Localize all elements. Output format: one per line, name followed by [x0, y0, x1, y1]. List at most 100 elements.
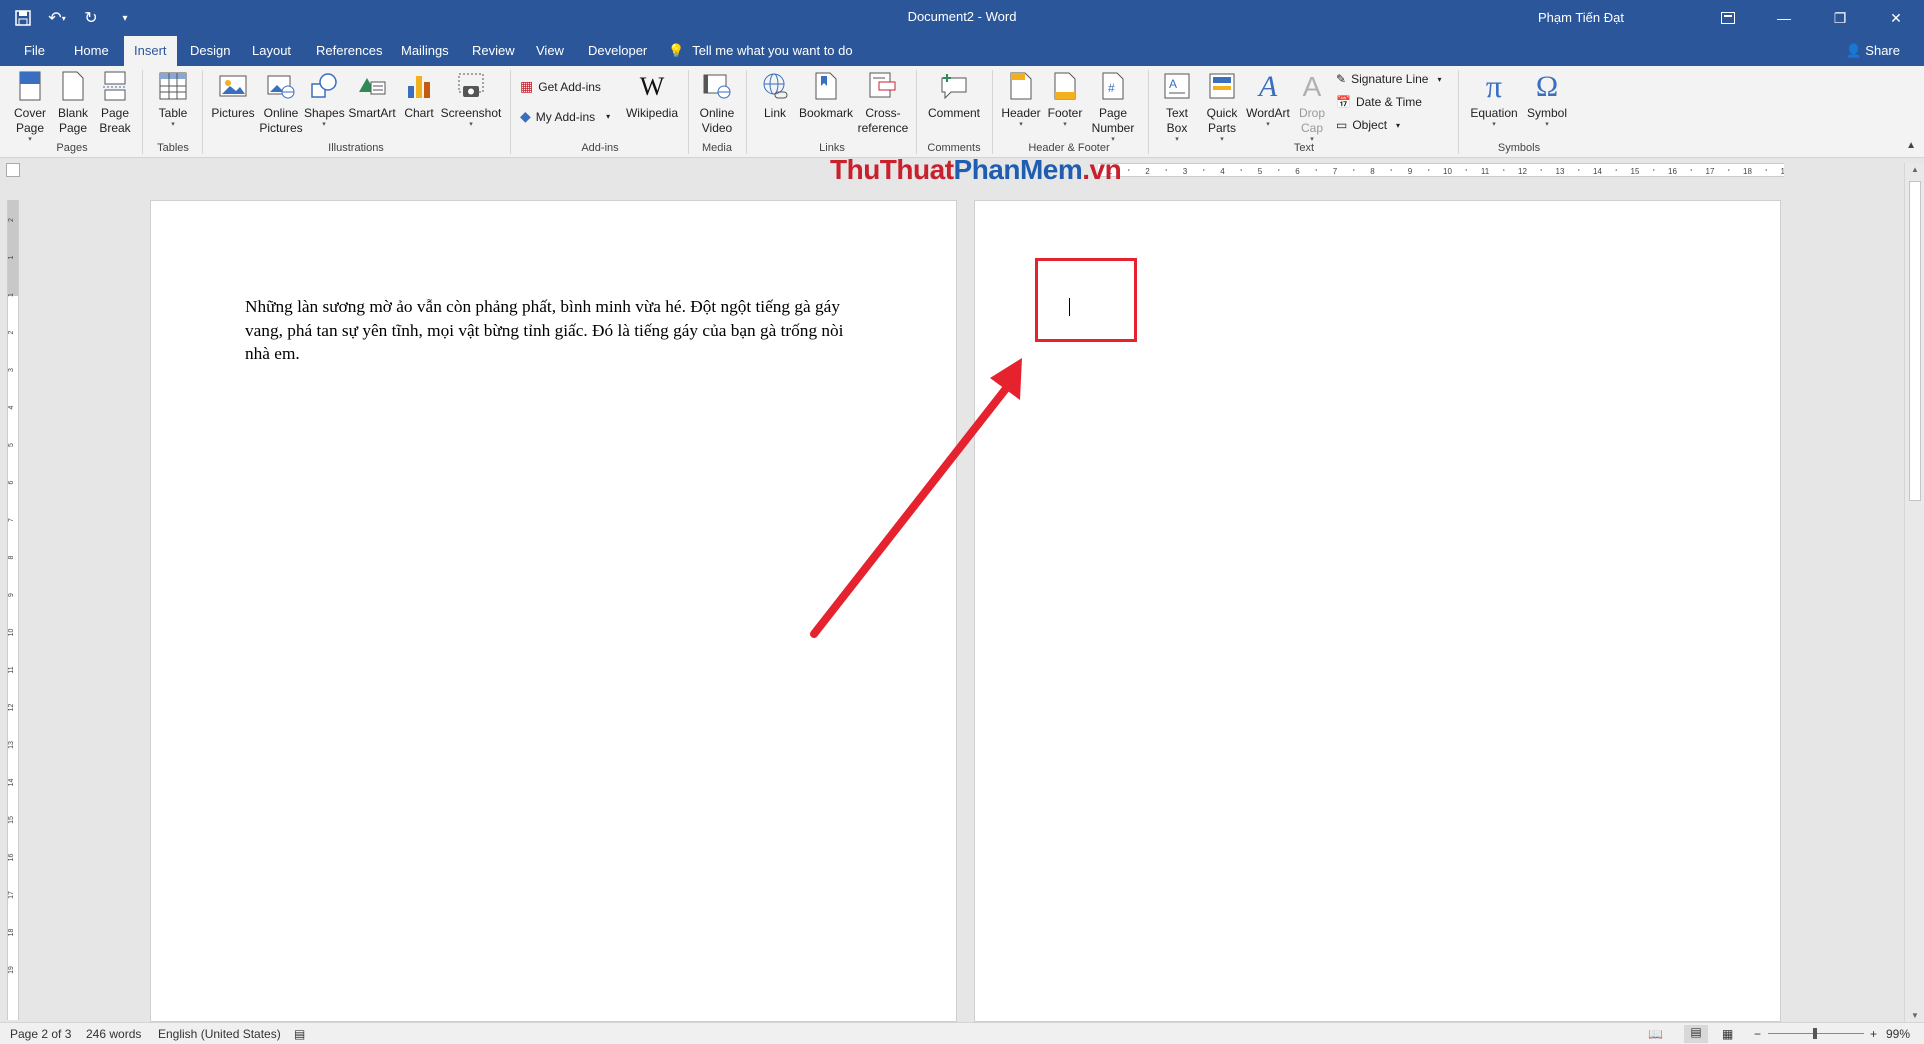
user-name[interactable]: Phạm Tiến Đạt: [1538, 10, 1624, 25]
online-video-label: Online Video: [699, 106, 735, 135]
table-button[interactable]: Table ▾: [150, 70, 196, 129]
share-button[interactable]: 👤 Share: [1845, 36, 1900, 66]
online-pictures-button[interactable]: Online Pictures: [258, 70, 304, 136]
date-time-button[interactable]: 📅 Date & Time: [1336, 95, 1422, 109]
scroll-up-icon[interactable]: ▲: [1905, 165, 1924, 174]
vertical-scrollbar[interactable]: ▲ ▼: [1904, 163, 1924, 1022]
ruler-tick-label: 8: [8, 555, 15, 559]
person-icon: 👤: [1845, 43, 1862, 58]
ribbon-insert: Cover Page ▾ Blank Page Page Break Pages …: [0, 66, 1924, 158]
comment-button[interactable]: Comment: [922, 70, 986, 121]
tab-home[interactable]: Home: [64, 36, 119, 66]
ruler-tick-mark: [1615, 169, 1618, 171]
scrollbar-thumb[interactable]: [1909, 181, 1921, 501]
text-box-button[interactable]: A Text Box ▾: [1156, 70, 1198, 144]
ruler-tick-label: 5: [1258, 167, 1263, 176]
ribbon-display-options-icon[interactable]: [1700, 0, 1756, 36]
read-mode-icon[interactable]: 📖: [1648, 1027, 1663, 1041]
zoom-level[interactable]: 99%: [1886, 1027, 1910, 1041]
shapes-button[interactable]: Shapes ▾: [304, 70, 345, 129]
page-break-button[interactable]: Page Break: [96, 70, 134, 136]
online-video-button[interactable]: Online Video: [694, 70, 740, 136]
screenshot-button[interactable]: Screenshot ▾: [440, 70, 502, 129]
tab-file[interactable]: File: [14, 36, 55, 66]
ruler-tick-mark: [1127, 169, 1130, 171]
svg-text:#: #: [1108, 81, 1115, 95]
page-break-icon: [100, 70, 130, 102]
page-number-label: Page Number: [1091, 106, 1135, 135]
ruler-tick-label: 1: [8, 293, 15, 297]
share-label: Share: [1865, 43, 1900, 58]
blank-page-icon: [58, 70, 88, 102]
symbol-button[interactable]: Ω Symbol ▾: [1522, 70, 1572, 129]
blank-page-button[interactable]: Blank Page: [54, 70, 92, 136]
shapes-icon: [309, 70, 339, 102]
tab-mailings[interactable]: Mailings: [391, 36, 459, 66]
group-separator: [142, 70, 143, 154]
tab-review[interactable]: Review: [462, 36, 525, 66]
cover-page-button[interactable]: Cover Page ▾: [8, 70, 52, 144]
header-icon: [1006, 70, 1036, 102]
tab-layout[interactable]: Layout: [242, 36, 301, 66]
proofing-icon[interactable]: ▤: [294, 1027, 305, 1041]
footer-button[interactable]: Footer ▾: [1044, 70, 1086, 129]
signature-line-button[interactable]: ✎ Signature Line ▾: [1336, 72, 1441, 86]
web-layout-icon[interactable]: ▦: [1722, 1027, 1733, 1041]
get-addins-button[interactable]: ▦ Get Add-ins: [520, 78, 601, 95]
ruler-tick-label: 17: [1706, 167, 1715, 176]
vertical-ruler[interactable]: 2 1 1 2 3 4 5 6 7 8 9 10 11 12 13 14 15 16 17 18 19: [7, 200, 19, 1020]
page-count[interactable]: Page 2 of 3: [10, 1027, 71, 1041]
equation-button[interactable]: π Equation ▾: [1466, 70, 1522, 129]
smartart-button[interactable]: SmartArt: [346, 70, 398, 121]
page-1-paragraph[interactable]: Những làn sương mờ ảo vẫn còn phảng phất…: [245, 295, 857, 366]
scroll-down-icon[interactable]: ▼: [1905, 1011, 1924, 1020]
pictures-button[interactable]: Pictures: [210, 70, 256, 121]
word-count[interactable]: 246 words: [86, 1027, 141, 1041]
wordart-button[interactable]: A WordArt ▾: [1244, 70, 1292, 129]
tab-references[interactable]: References: [306, 36, 392, 66]
wikipedia-button[interactable]: W Wikipedia: [622, 70, 682, 121]
chart-button[interactable]: Chart: [400, 70, 438, 121]
ruler-tick-label: 7: [1333, 167, 1338, 176]
drop-cap-button[interactable]: A Drop Cap ▾: [1294, 70, 1330, 144]
tab-insert[interactable]: Insert: [124, 36, 177, 66]
tab-view[interactable]: View: [526, 36, 574, 66]
horizontal-ruler[interactable]: 12345678910111213141516171819: [1098, 163, 1784, 177]
cover-page-label: Cover Page: [13, 106, 46, 135]
document-page-1[interactable]: Những làn sương mờ ảo vẫn còn phảng phất…: [150, 200, 957, 1022]
collapse-ribbon-icon[interactable]: ▲: [1906, 140, 1916, 151]
ruler-tick-label: 5: [8, 443, 15, 447]
ruler-tick-mark: [1727, 169, 1730, 171]
footer-icon: [1050, 70, 1080, 102]
zoom-slider-thumb[interactable]: [1813, 1028, 1818, 1039]
ruler-tick-label: 19: [8, 966, 15, 974]
header-button[interactable]: Header ▾: [998, 70, 1044, 129]
quick-parts-button[interactable]: Quick Parts ▾: [1200, 70, 1244, 144]
comment-label: Comment: [927, 106, 980, 120]
language-indicator[interactable]: English (United States): [158, 1027, 281, 1041]
tab-selector[interactable]: [6, 163, 20, 177]
tab-developer[interactable]: Developer: [578, 36, 657, 66]
my-addins-button[interactable]: ◆ My Add-ins ▾: [520, 108, 610, 125]
bookmark-button[interactable]: Bookmark: [798, 70, 854, 121]
header-label: Header: [1001, 106, 1041, 120]
equation-label: Equation: [1470, 106, 1518, 120]
smartart-label: SmartArt: [348, 106, 396, 120]
cross-reference-button[interactable]: Cross- reference: [856, 70, 910, 136]
tab-design[interactable]: Design: [180, 36, 240, 66]
tell-me-box[interactable]: 💡 Tell me what you want to do: [668, 36, 853, 66]
close-icon[interactable]: ✕: [1868, 0, 1924, 36]
link-button[interactable]: Link: [754, 70, 796, 121]
minimize-icon[interactable]: —: [1756, 0, 1812, 36]
chart-label: Chart: [404, 106, 434, 120]
print-layout-icon[interactable]: ▤: [1684, 1025, 1708, 1043]
group-label-text: Text: [1293, 142, 1315, 154]
restore-icon[interactable]: ❐: [1812, 0, 1868, 36]
page-number-button[interactable]: # Page Number ▾: [1086, 70, 1140, 144]
zoom-out-icon[interactable]: −: [1754, 1027, 1761, 1041]
ruler-tick-label: 15: [8, 816, 15, 824]
online-pictures-label: Online Pictures: [259, 106, 303, 135]
online-pictures-icon: [266, 70, 296, 102]
zoom-in-icon[interactable]: +: [1870, 1027, 1877, 1041]
object-button[interactable]: ▭ Object ▾: [1336, 118, 1400, 132]
